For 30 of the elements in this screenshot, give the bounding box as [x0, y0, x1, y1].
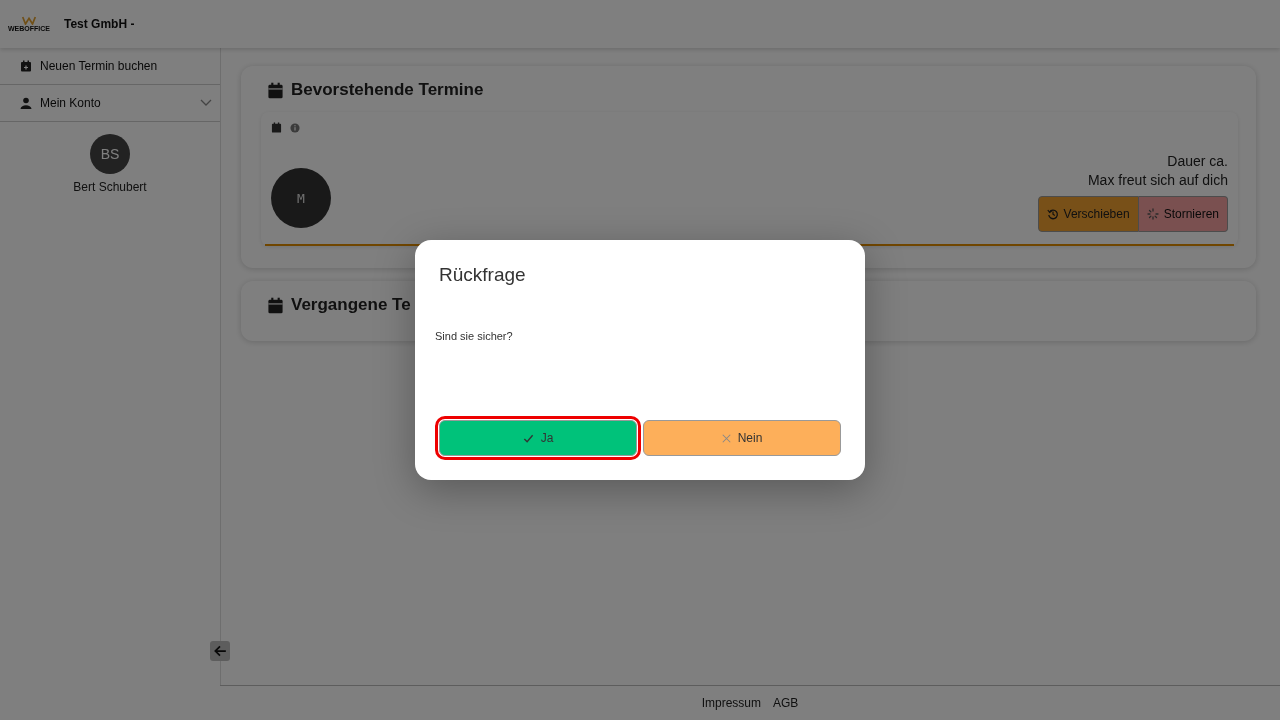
staff-avatar: M	[271, 168, 331, 228]
spinner-icon	[1146, 208, 1159, 220]
sidebar-item[interactable]: Neuen Termin buchen	[0, 48, 220, 85]
dialog-title: Rückfrage	[439, 264, 527, 286]
chevron-down-icon	[200, 99, 212, 107]
logo-icon	[22, 16, 36, 25]
sidebar-item[interactable]: Mein Konto	[0, 85, 220, 122]
dialog-message: Sind sie sicher?	[435, 330, 514, 342]
duration-text: Dauer ca.	[1167, 153, 1228, 169]
section-title: Bevorstehende Termine	[291, 80, 484, 100]
user-icon	[20, 97, 32, 109]
calendar-icon	[267, 296, 284, 314]
collapse-sidebar-button[interactable]	[210, 641, 230, 661]
message-text: Max freut sich auf dich	[1087, 172, 1228, 188]
arrow-left-icon	[213, 644, 227, 658]
company-name: Test GmbH -	[64, 17, 135, 31]
check-icon	[522, 432, 534, 444]
info-icon[interactable]	[290, 122, 300, 133]
history-icon	[1046, 208, 1059, 220]
section-title: Vergangene Te	[291, 295, 411, 315]
calendar-icon	[271, 122, 282, 133]
calendar-icon	[20, 60, 32, 72]
calendar-icon	[267, 81, 284, 99]
footer-link[interactable]: Impressum	[701, 696, 761, 710]
user-name: Bert Schubert	[73, 180, 147, 194]
reschedule-button[interactable]: Verschieben	[1037, 196, 1139, 232]
no-button[interactable]: Nein	[643, 420, 841, 456]
user-avatar: BS	[90, 134, 130, 174]
footer-link[interactable]: AGB	[773, 696, 799, 710]
close-icon	[721, 433, 731, 443]
